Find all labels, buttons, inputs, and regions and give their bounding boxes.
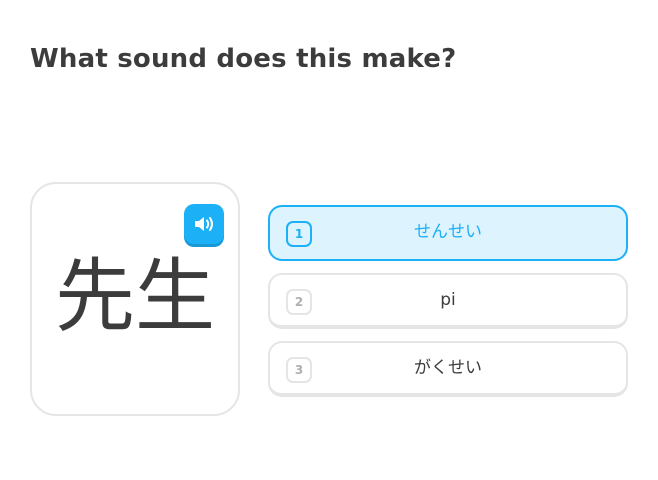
question-prompt: What sound does this make? <box>30 44 457 74</box>
option-number: 1 <box>286 221 312 247</box>
answer-option-3[interactable]: 3 がくせい <box>268 341 628 397</box>
option-label: pi <box>440 290 456 310</box>
answer-option-2[interactable]: 2 pi <box>268 273 628 329</box>
speaker-icon <box>193 215 215 233</box>
option-label: がくせい <box>414 358 482 378</box>
answer-options: 1 せんせい 2 pi 3 がくせい <box>268 205 628 409</box>
option-label: せんせい <box>414 222 482 242</box>
option-number: 2 <box>286 289 312 315</box>
option-number: 3 <box>286 357 312 383</box>
character-card: 先生 <box>30 182 240 416</box>
kanji-character: 先生 <box>55 250 215 343</box>
play-audio-button[interactable] <box>184 204 224 244</box>
answer-option-1[interactable]: 1 せんせい <box>268 205 628 261</box>
